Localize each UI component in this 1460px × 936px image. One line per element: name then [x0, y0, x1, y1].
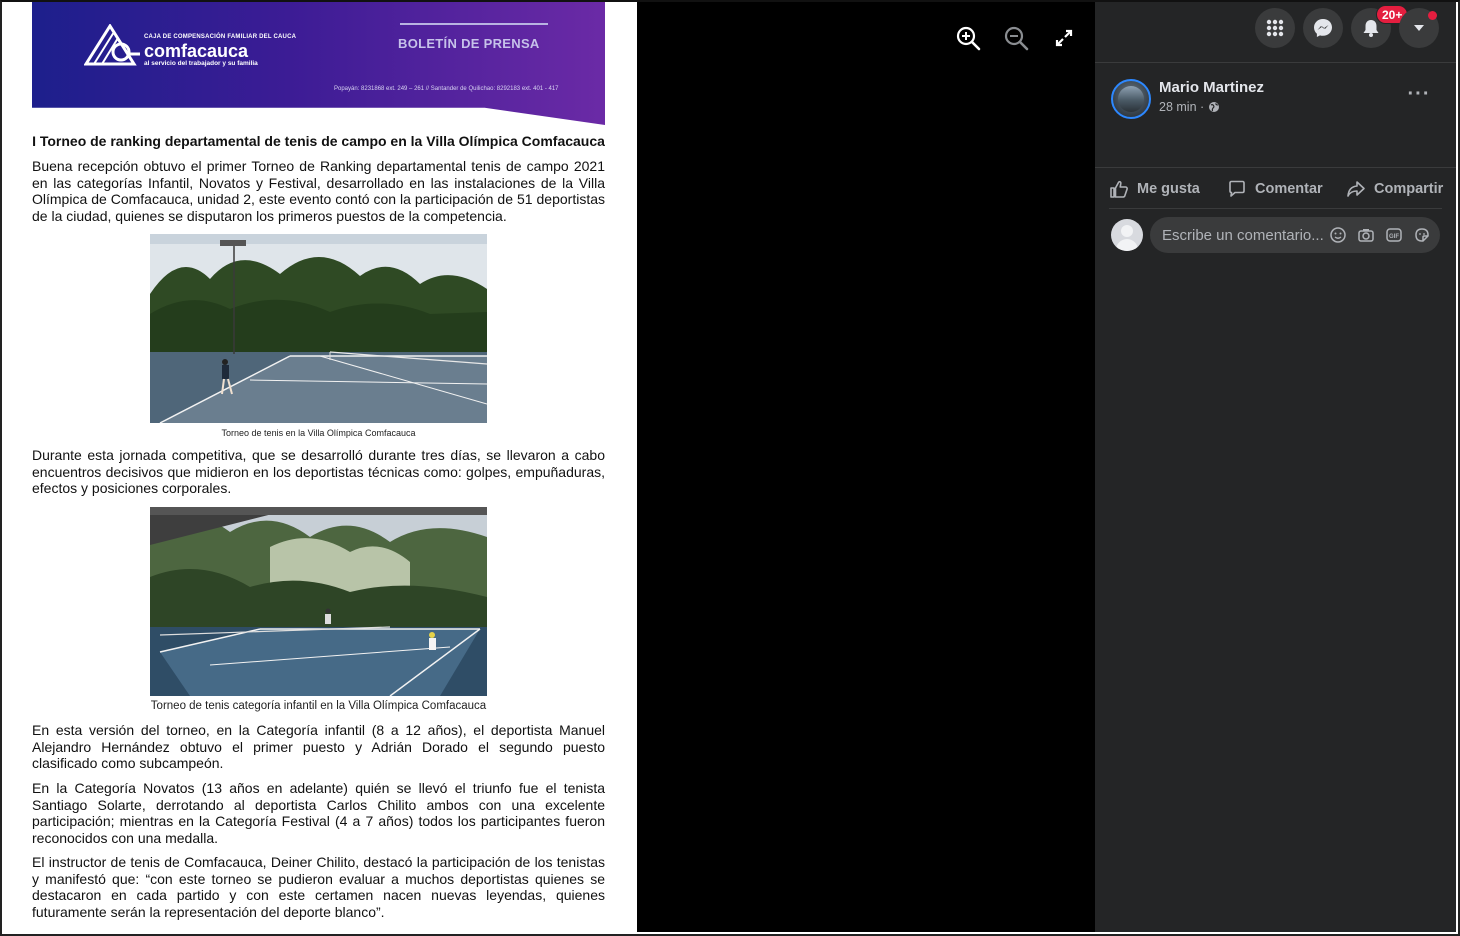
comment-input[interactable] [1162, 217, 1327, 253]
like-button[interactable]: Me gusta [1109, 174, 1200, 204]
menu-grid-icon[interactable] [1255, 8, 1295, 48]
press-release-image[interactable]: CAJA DE COMPENSACIÓN FAMILIAR DEL CAUCA … [2, 2, 637, 932]
banner-org-small: CAJA DE COMPENSACIÓN FAMILIAR DEL CAUCA [144, 34, 297, 40]
document-paragraph: Buena recepción obtuvo el primer Torneo … [32, 158, 605, 224]
post-meta: 28 min · [1159, 100, 1220, 114]
tennis-court-photo [150, 234, 487, 423]
globe-icon [1209, 102, 1220, 112]
svg-text:GIF: GIF [1389, 234, 1399, 240]
post-time[interactable]: 28 min · [1159, 100, 1204, 114]
comment-icon [1229, 180, 1245, 197]
document-title: I Torneo de ranking departamental de ten… [32, 133, 605, 149]
emoji-icon[interactable] [1328, 225, 1348, 245]
press-banner: CAJA DE COMPENSACIÓN FAMILIAR DEL CAUCA … [32, 2, 605, 125]
divider [1095, 167, 1456, 168]
photo-viewer: CAJA DE COMPENSACIÓN FAMILIAR DEL CAUCA … [2, 2, 1095, 932]
tennis-court-photo [150, 507, 487, 696]
post-side-panel: 20+ Mario Martinez 28 min · ··· Me gusta [1095, 2, 1456, 932]
more-options-button[interactable]: ··· [1401, 82, 1437, 112]
banner-tagline: al servicio del trabajador y su familia [144, 60, 258, 67]
like-label: Me gusta [1137, 181, 1200, 197]
post-actions: Me gusta Comentar Compartir [1109, 174, 1449, 204]
divider [1109, 208, 1442, 209]
commenter-avatar [1111, 219, 1143, 251]
comment-button[interactable]: Comentar [1227, 174, 1323, 204]
zoom-in-icon[interactable] [954, 24, 982, 52]
fullscreen-icon[interactable] [1050, 24, 1078, 52]
document-paragraph: El instructor de tenis de Comfacauca, De… [32, 854, 605, 920]
share-label: Compartir [1374, 181, 1444, 197]
banner-org-name: comfacauca [144, 41, 249, 61]
banner-title: BOLETÍN DE PRENSA [398, 36, 540, 51]
thumbs-up-icon [1110, 180, 1128, 198]
divider [1095, 62, 1456, 63]
banner-contact: Popayán: 8231868 ext. 249 – 261 // Santa… [334, 86, 559, 92]
share-button[interactable]: Compartir [1346, 174, 1443, 204]
camera-icon[interactable] [1356, 225, 1376, 245]
sticker-icon[interactable] [1412, 225, 1432, 245]
banner-divider [400, 23, 548, 25]
messenger-icon[interactable] [1303, 8, 1343, 48]
gif-icon[interactable]: GIF [1384, 225, 1404, 245]
avatar-head-shape [1121, 225, 1133, 237]
avatar[interactable] [1111, 79, 1151, 119]
comfacauca-logo-icon [84, 24, 140, 66]
document-paragraph: En esta versión del torneo, en la Catego… [32, 722, 605, 772]
document-paragraph: En la Categoría Novatos (13 años en adel… [32, 780, 605, 846]
post-author[interactable]: Mario Martinez [1159, 79, 1264, 96]
alert-dot [1428, 11, 1437, 20]
avatar-body-shape [1116, 239, 1138, 251]
zoom-out-icon[interactable] [1002, 24, 1030, 52]
share-icon [1347, 181, 1365, 197]
comment-box: GIF [1150, 217, 1440, 253]
photo-caption: Torneo de tenis categoría infantil en la… [150, 700, 487, 712]
document-paragraph: Durante esta jornada competitiva, que se… [32, 447, 605, 497]
photo-caption: Torneo de tenis en la Villa Olímpica Com… [221, 428, 416, 438]
comment-label: Comentar [1255, 181, 1323, 197]
avatar-photo [1118, 86, 1144, 112]
